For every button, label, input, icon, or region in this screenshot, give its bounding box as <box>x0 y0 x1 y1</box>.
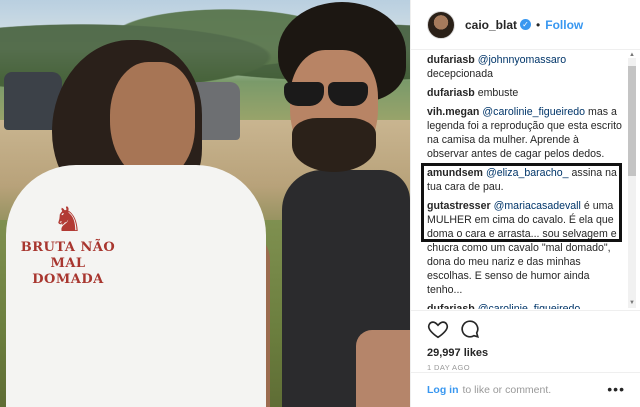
scroll-down-arrow-icon[interactable]: ▼ <box>629 300 635 306</box>
comment-mention[interactable]: @carolinie_figueiredo <box>482 106 585 118</box>
highlighted-comment-box <box>421 163 622 242</box>
comment-text: decepcionada <box>427 68 493 80</box>
sunglasses <box>276 80 368 110</box>
login-link[interactable]: Log in <box>427 384 459 396</box>
comment-mention[interactable]: @johnnyomassaro <box>478 54 567 66</box>
shirt-logo-line1: BRUTA NÃO <box>20 240 116 255</box>
shirt-logo-line2: MAL DOMADA <box>32 256 104 287</box>
login-prompt: Log in to like or comment. ••• <box>411 372 640 407</box>
more-options-icon[interactable]: ••• <box>607 381 625 397</box>
scroll-up-arrow-icon[interactable]: ▲ <box>629 52 635 58</box>
login-prompt-text: to like or comment. <box>462 384 552 396</box>
comment-item: vih.megan @carolinie_figueiredo mas a leg… <box>427 105 623 161</box>
like-count[interactable]: 29,997 likes <box>427 347 625 359</box>
horse-rider-icon: ♞ <box>52 201 84 239</box>
follow-button[interactable]: Follow <box>545 18 583 32</box>
post-photo[interactable]: ♞ BRUTA NÃO MAL DOMADA <box>0 0 410 407</box>
verified-badge-icon: ✓ <box>520 19 532 30</box>
shirt-logo: ♞ BRUTA NÃO MAL DOMADA <box>18 200 118 310</box>
comment-text: embuste <box>477 87 519 99</box>
post-date: 1 DAY AGO <box>427 363 470 372</box>
comment-item: dufariasb embuste <box>427 86 623 100</box>
action-icons <box>427 317 625 341</box>
heart-icon[interactable] <box>427 318 449 340</box>
sunglasses-lens <box>284 82 324 106</box>
comment-item: dufariasb @johnnyomassaro decepcionada <box>427 53 623 81</box>
post-header: caio_blat ✓ • Follow <box>411 0 640 50</box>
woman-face <box>110 62 195 180</box>
man-arm <box>356 330 410 407</box>
comment-icon[interactable] <box>459 318 481 340</box>
comment-username[interactable]: dufariasb <box>427 303 475 309</box>
comment-mention[interactable]: @carolinie_figueiredo <box>478 303 581 309</box>
comment-username[interactable]: dufariasb <box>427 87 475 99</box>
header-username[interactable]: caio_blat <box>465 18 517 32</box>
comment-username[interactable]: dufariasb <box>427 54 475 66</box>
sunglasses-lens <box>328 82 368 106</box>
scrollbar-thumb[interactable] <box>628 66 636 176</box>
header-separator: • <box>536 17 541 32</box>
comment-username[interactable]: vih.megan <box>427 106 479 118</box>
man-beard <box>292 118 376 172</box>
comment-item: dufariasb@carolinie_figueiredo felizment… <box>427 302 623 309</box>
avatar[interactable] <box>427 10 455 39</box>
